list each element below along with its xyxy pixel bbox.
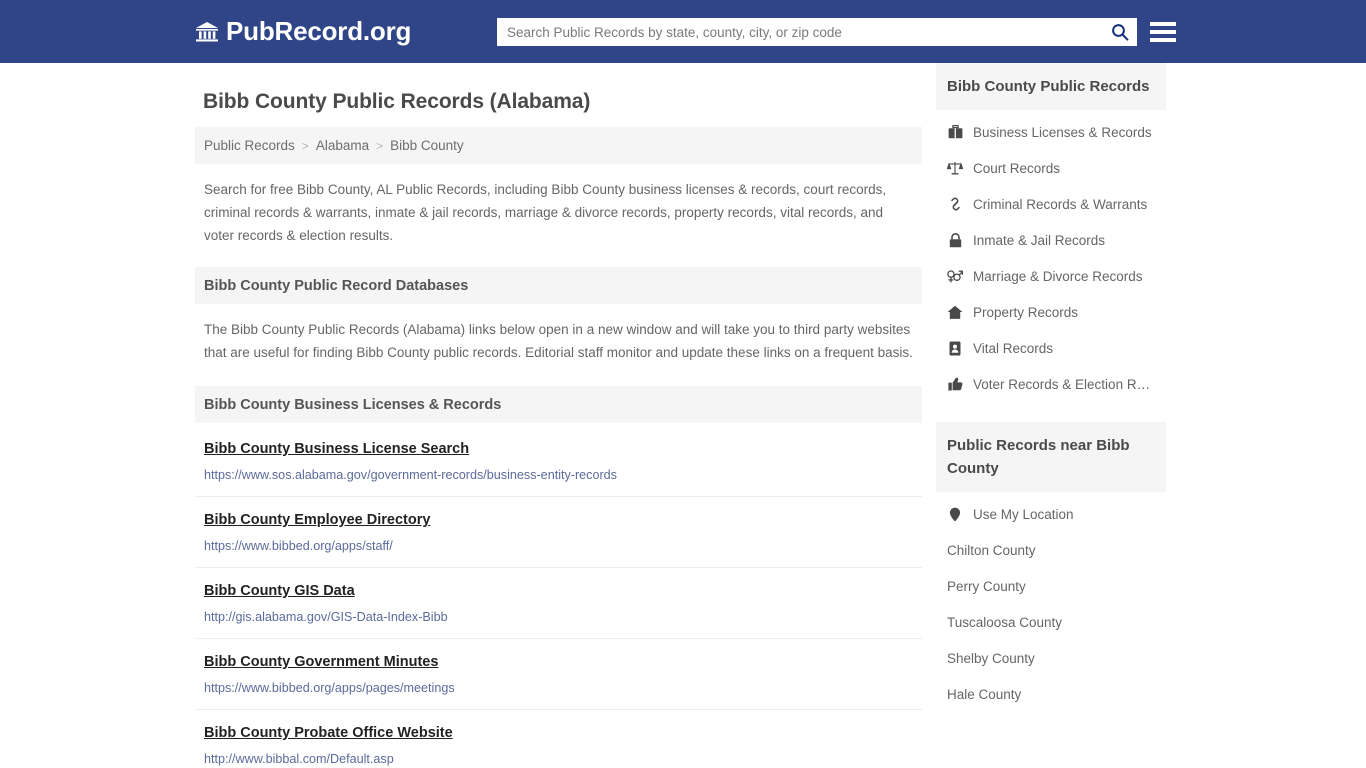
university-icon [195,21,219,43]
breadcrumb-separator-icon: > [376,138,384,153]
site-logo[interactable]: PubRecord.org [195,16,411,47]
link-title[interactable]: Bibb County GIS Data [204,581,355,601]
lock-icon [947,232,963,248]
panel-nearby-records: Public Records near Bibb County Use My L… [936,422,1166,712]
sidebar-item-vital-records[interactable]: Vital Records [936,330,1166,366]
breadcrumb-item-public-records[interactable]: Public Records [204,138,295,153]
search-icon [1111,23,1129,41]
panel-title: Bibb County Public Records [936,63,1166,110]
sidebar-item-court-records[interactable]: Court Records [936,150,1166,186]
business-links-list: Bibb County Business License Search http… [195,425,922,768]
link-title[interactable]: Bibb County Government Minutes [204,652,438,672]
handcuffs-link-icon [947,197,963,211]
records-list: Business Licenses & Records Court Record… [936,110,1166,402]
venus-mars-icon [947,269,963,283]
link-title[interactable]: Bibb County Business License Search [204,439,469,459]
site-logo-text: PubRecord.org [226,16,412,46]
panel-county-records: Bibb County Public Records Business Lice… [936,63,1166,402]
sidebar-item-marriage-divorce-records[interactable]: Marriage & Divorce Records [936,258,1166,294]
link-url[interactable]: http://www.bibbal.com/Default.asp [204,751,913,768]
sidebar-item-voter-records[interactable]: Voter Records & Election R… [936,366,1166,402]
sidebar-item-label: Property Records [973,304,1079,320]
sidebar-item-tuscaloosa-county[interactable]: Tuscaloosa County [936,604,1166,640]
link-url[interactable]: http://gis.alabama.gov/GIS-Data-Index-Bi… [204,609,913,626]
sidebar-item-property-records[interactable]: Property Records [936,294,1166,330]
list-item: Bibb County Probate Office Website http:… [195,710,922,768]
sidebar-item-use-my-location[interactable]: Use My Location [936,496,1166,532]
sidebar-item-label: Voter Records & Election R… [973,376,1151,392]
sidebar-item-perry-county[interactable]: Perry County [936,568,1166,604]
sidebar-item-hale-county[interactable]: Hale County [936,676,1166,712]
search-button[interactable] [1103,18,1137,46]
link-url[interactable]: https://www.sos.alabama.gov/government-r… [204,467,913,484]
hamburger-bar-2 [1150,30,1176,34]
hamburger-bar-1 [1150,22,1176,26]
link-title[interactable]: Bibb County Probate Office Website [204,723,453,743]
site-header: PubRecord.org [0,0,1366,63]
sidebar-item-chilton-county[interactable]: Chilton County [936,532,1166,568]
sidebar-item-label: Hale County [947,686,1022,702]
sidebar-item-label: Business Licenses & Records [973,124,1152,140]
home-icon [947,305,963,320]
search-bar [497,18,1137,46]
map-pin-icon [947,507,963,522]
sidebar-item-label: Use My Location [973,506,1074,522]
breadcrumb-item-bibb-county: Bibb County [390,138,464,153]
sidebar-item-shelby-county[interactable]: Shelby County [936,640,1166,676]
id-badge-icon [947,341,963,356]
breadcrumb: Public Records > Alabama > Bibb County [195,127,922,164]
page-title: Bibb County Public Records (Alabama) [203,90,591,113]
breadcrumb-item-alabama[interactable]: Alabama [316,138,369,153]
link-title[interactable]: Bibb County Employee Directory [204,510,430,530]
sidebar-item-label: Shelby County [947,650,1035,666]
sidebar-item-label: Chilton County [947,542,1036,558]
briefcase-icon [947,125,963,139]
section-header-databases: Bibb County Public Record Databases [195,267,922,304]
nearby-list: Use My Location Chilton County Perry Cou… [936,492,1166,712]
sidebar-item-label: Tuscaloosa County [947,614,1063,630]
list-item: Bibb County Government Minutes https://w… [195,639,922,710]
list-item: Bibb County GIS Data http://gis.alabama.… [195,568,922,639]
list-item: Bibb County Business License Search http… [195,425,922,497]
main-content: Bibb County Public Records (Alabama) Pub… [195,63,922,768]
sidebar-item-label: Criminal Records & Warrants [973,196,1148,212]
sidebar-item-label: Court Records [973,160,1061,176]
search-input[interactable] [497,18,1103,46]
sidebar-item-business-licenses[interactable]: Business Licenses & Records [936,114,1166,150]
breadcrumb-separator-icon: > [301,138,309,153]
link-url[interactable]: https://www.bibbed.org/apps/staff/ [204,538,913,555]
page-body: Bibb County Public Records (Alabama) Pub… [0,63,1366,768]
sidebar-item-label: Perry County [947,578,1026,594]
link-url[interactable]: https://www.bibbed.org/apps/pages/meetin… [204,680,913,697]
panel-title: Public Records near Bibb County [936,422,1166,492]
sidebar-item-label: Vital Records [973,340,1054,356]
sidebar-item-inmate-jail-records[interactable]: Inmate & Jail Records [936,222,1166,258]
databases-paragraph: The Bibb County Public Records (Alabama)… [204,322,913,360]
hamburger-bar-3 [1150,38,1176,42]
hamburger-menu-button[interactable] [1150,19,1176,45]
section-header-business-licenses: Bibb County Business Licenses & Records [195,386,922,423]
balance-scale-icon [947,161,963,175]
sidebar-item-criminal-records[interactable]: Criminal Records & Warrants [936,186,1166,222]
thumbs-up-icon [947,377,963,391]
sidebar: Bibb County Public Records Business Lice… [936,63,1166,768]
sidebar-item-label: Inmate & Jail Records [973,232,1106,248]
intro-paragraph: Search for free Bibb County, AL Public R… [204,182,887,243]
list-item: Bibb County Employee Directory https://w… [195,497,922,568]
sidebar-item-label: Marriage & Divorce Records [973,268,1143,284]
